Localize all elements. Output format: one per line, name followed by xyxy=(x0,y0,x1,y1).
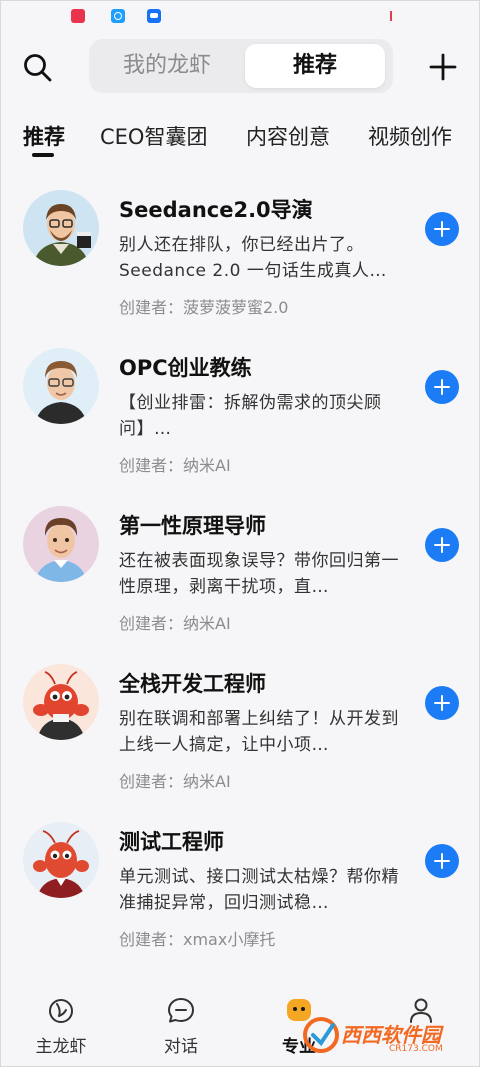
segment-recommended[interactable]: 推荐 xyxy=(245,44,385,88)
top-header: 我的龙虾 推荐 xyxy=(1,31,480,101)
agent-name: OPC创业教练 xyxy=(119,356,252,380)
status-indicator-icon xyxy=(390,11,392,21)
lobster-icon xyxy=(49,999,73,1023)
segment-my-lobster[interactable]: 我的龙虾 xyxy=(97,44,237,88)
plus-icon[interactable] xyxy=(427,51,459,83)
app-frame: 我的龙虾 推荐 推荐 CEO智囊团 内容创意 视频创作 Seedance2.0导… xyxy=(0,0,480,1067)
agent-description: 单元测试、接口测试太枯燥？帮你精准捕捉异常，回归测试稳… xyxy=(119,867,399,913)
chat-bubble-icon xyxy=(168,998,194,1023)
watermark-subtext: CR173.COM xyxy=(389,1044,443,1054)
agent-name: Seedance2.0导演 xyxy=(119,198,313,222)
agent-card[interactable]: OPC创业教练 【创业排雷：拆解伪需求的顶尖顾问】… 创建者：纳米AI xyxy=(1,334,480,492)
nav-label: 主龙虾 xyxy=(35,1037,87,1057)
tab-recommended[interactable]: 推荐 xyxy=(23,121,65,151)
director-avatar xyxy=(23,190,99,266)
agent-creator: 创建者：纳米AI xyxy=(119,772,231,791)
tab-video-creation[interactable]: 视频创作 xyxy=(368,121,452,151)
category-tabs: 推荐 CEO智囊团 内容创意 视频创作 xyxy=(1,109,480,161)
agent-name: 第一性原理导师 xyxy=(119,514,266,538)
agent-card[interactable]: Seedance2.0导演 别人还在排队，你已经出片了。Seedance 2.0… xyxy=(1,176,480,334)
notification-cloud-icon xyxy=(147,9,161,23)
add-agent-button[interactable] xyxy=(425,212,459,246)
agent-description: 别在联调和部署上纠结了！从开发到上线一人搞定，让中小项… xyxy=(119,709,399,755)
site-watermark: 西西软件园 CR173.COM xyxy=(301,1011,466,1059)
nav-label: 对话 xyxy=(164,1037,198,1057)
agent-creator: 创建者：xmax小摩托 xyxy=(119,930,276,949)
lobster-dev-avatar xyxy=(23,664,99,740)
mentor-avatar xyxy=(23,506,99,582)
search-icon[interactable] xyxy=(21,51,55,85)
add-agent-button[interactable] xyxy=(425,686,459,720)
add-agent-button[interactable] xyxy=(425,370,459,404)
agent-name: 全栈开发工程师 xyxy=(119,672,266,696)
add-agent-button[interactable] xyxy=(425,528,459,562)
status-bar xyxy=(1,1,480,29)
nav-chat[interactable]: 对话 xyxy=(136,986,226,1066)
lobster-qa-avatar xyxy=(23,822,99,898)
watermark-logo-icon xyxy=(303,1017,339,1053)
segmented-control: 我的龙虾 推荐 xyxy=(89,39,393,93)
add-agent-button[interactable] xyxy=(425,844,459,878)
agent-card[interactable]: 第一性原理导师 还在被表面现象误导？带你回归第一性原理，剥离干扰项，直… 创建者… xyxy=(1,492,480,650)
coach-avatar xyxy=(23,348,99,424)
active-tab-indicator xyxy=(32,153,54,157)
agent-description: 【创业排雷：拆解伪需求的顶尖顾问】… xyxy=(119,393,382,439)
agent-description: 还在被表面现象误导？带你回归第一性原理，剥离干扰项，直… xyxy=(119,551,399,597)
agent-creator: 创建者：菠萝菠萝蜜2.0 xyxy=(119,298,289,317)
agent-name: 测试工程师 xyxy=(119,830,224,854)
agent-creator: 创建者：纳米AI xyxy=(119,456,231,475)
notification-app-icon xyxy=(71,9,85,23)
agent-description: 别人还在排队，你已经出片了。Seedance 2.0 一句话生成真人… xyxy=(119,235,387,281)
tab-content-ideas[interactable]: 内容创意 xyxy=(246,121,330,151)
tab-ceo-think-tank[interactable]: CEO智囊团 xyxy=(100,121,207,151)
notification-search-icon xyxy=(111,9,125,23)
nav-main-lobster[interactable]: 主龙虾 xyxy=(16,986,106,1066)
agent-card[interactable]: 测试工程师 单元测试、接口测试太枯燥？帮你精准捕捉异常，回归测试稳… 创建者：x… xyxy=(1,808,480,966)
agent-creator: 创建者：纳米AI xyxy=(119,614,231,633)
agent-card[interactable]: 全栈开发工程师 别在联调和部署上纠结了！从开发到上线一人搞定，让中小项… 创建者… xyxy=(1,650,480,808)
